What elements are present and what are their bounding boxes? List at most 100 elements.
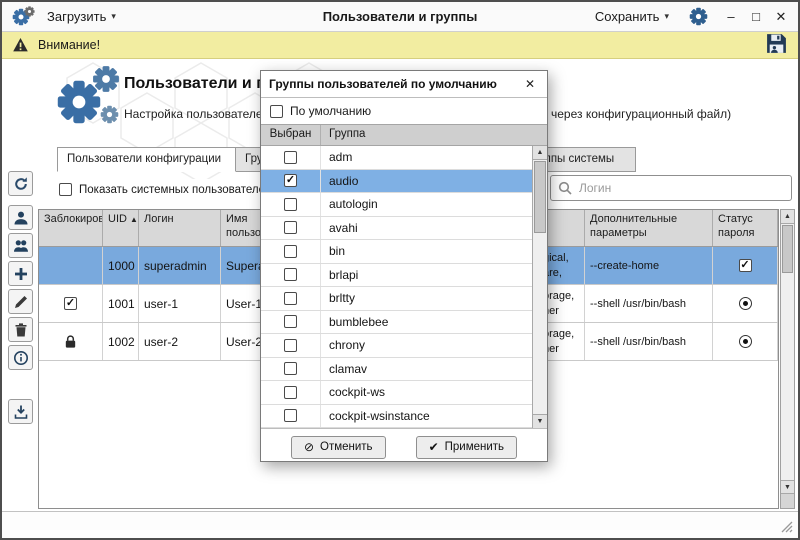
edit-button[interactable] <box>8 289 33 314</box>
group-name: cockpit-wsinstance <box>321 405 430 428</box>
window-controls: – □ ✕ <box>724 9 788 25</box>
group-checkbox[interactable] <box>284 292 297 305</box>
check-icon: ✔ <box>429 440 439 454</box>
scrollbar-corner <box>781 493 794 508</box>
uid-cell: 1002 <box>103 323 139 360</box>
search-input[interactable] <box>577 180 784 196</box>
add-user-button[interactable] <box>8 205 33 230</box>
groups-list-header: Выбран Группа <box>261 124 547 146</box>
group-row[interactable]: chrony <box>261 334 547 358</box>
scrollbar-thumb[interactable] <box>782 225 793 273</box>
titlebar: Загрузить ▾ Пользователи и группы Сохран… <box>2 2 798 32</box>
group-row[interactable]: bumblebee <box>261 311 547 335</box>
scroll-down-button[interactable]: ▼ <box>533 414 547 428</box>
group-checkbox[interactable] <box>284 151 297 164</box>
group-row[interactable]: bin <box>261 240 547 264</box>
load-menu-button[interactable]: Загрузить ▾ <box>43 7 120 26</box>
radio-on-icon[interactable] <box>739 297 752 310</box>
group-name: bumblebee <box>321 311 388 334</box>
app-gears-icon <box>12 6 36 28</box>
group-row[interactable]: brltty <box>261 287 547 311</box>
dialog-vertical-scrollbar: ▲ ▼ <box>532 146 547 428</box>
scroll-up-button[interactable]: ▲ <box>781 210 794 224</box>
main-content: Пользователи и группы Настройка пользова… <box>2 59 798 512</box>
column-extra-params[interactable]: Дополнительные параметры <box>585 210 713 246</box>
import-button[interactable] <box>8 399 33 424</box>
checkbox-checked-icon[interactable] <box>64 297 77 310</box>
show-system-users-checkbox[interactable] <box>59 183 72 196</box>
default-checkbox[interactable] <box>270 105 283 118</box>
group-row[interactable]: adm <box>261 146 547 170</box>
group-row[interactable]: cockpit-ws <box>261 381 547 405</box>
locked-cell <box>39 285 103 322</box>
resize-grip[interactable] <box>781 521 793 533</box>
group-checkbox[interactable] <box>284 221 297 234</box>
scroll-up-button[interactable]: ▲ <box>533 146 547 160</box>
default-checkbox-label: По умолчанию <box>290 104 371 118</box>
group-name: brltty <box>321 287 355 310</box>
group-name: chrony <box>321 334 365 357</box>
cancel-button[interactable]: ⊘ Отменить <box>291 436 386 459</box>
page-subtitle-end: через конфигурационный файл) <box>551 107 731 121</box>
refresh-icon <box>13 176 29 192</box>
save-menu-button[interactable]: Сохранить ▾ <box>591 7 673 26</box>
plus-icon <box>13 266 29 282</box>
download-icon <box>13 404 29 420</box>
dialog-close-button[interactable]: ✕ <box>521 75 539 93</box>
uid-cell: 1000 <box>103 247 139 284</box>
login-cell: user-1 <box>139 285 221 322</box>
save-users-file-button[interactable] <box>765 32 788 58</box>
group-checkbox[interactable] <box>284 315 297 328</box>
pencil-icon <box>13 294 29 310</box>
column-group: Группа <box>321 125 547 145</box>
group-checkbox[interactable] <box>284 409 297 422</box>
lock-icon <box>63 334 78 349</box>
floppy-save-icon <box>765 32 788 55</box>
column-login[interactable]: Логин <box>139 210 221 246</box>
minimize-button[interactable]: – <box>724 9 738 25</box>
refresh-button[interactable] <box>8 171 33 196</box>
add-button[interactable] <box>8 261 33 286</box>
column-password-status[interactable]: Статус пароля <box>713 210 778 246</box>
apply-button[interactable]: ✔ Применить <box>416 436 517 459</box>
password-status-cell <box>713 285 778 322</box>
group-row[interactable]: cockpit-wsinstance <box>261 405 547 429</box>
user-groups-button[interactable] <box>8 233 33 258</box>
group-row[interactable]: avahi <box>261 217 547 241</box>
settings-gear-button[interactable] <box>689 7 708 26</box>
delete-button[interactable] <box>8 317 33 342</box>
status-bar <box>2 511 798 538</box>
group-checkbox[interactable] <box>284 198 297 211</box>
checkbox-checked-icon[interactable] <box>739 259 752 272</box>
group-name: cockpit-ws <box>321 381 385 404</box>
group-name: clamav <box>321 358 367 381</box>
group-checkbox[interactable] <box>284 339 297 352</box>
scroll-down-button[interactable]: ▼ <box>781 480 794 494</box>
group-icon <box>13 238 29 254</box>
group-checkbox[interactable] <box>284 174 297 187</box>
maximize-button[interactable]: □ <box>749 9 763 25</box>
warning-bar: Внимание! <box>2 32 798 59</box>
scrollbar-thumb[interactable] <box>534 161 546 233</box>
group-checkbox[interactable] <box>284 245 297 258</box>
group-row[interactable]: audio <box>261 170 547 194</box>
radio-on-icon[interactable] <box>739 335 752 348</box>
group-checkbox[interactable] <box>284 268 297 281</box>
column-locked[interactable]: Заблокирован <box>39 210 103 246</box>
default-checkbox-row: По умолчанию <box>261 98 547 124</box>
table-vertical-scrollbar: ▲ ▼ <box>780 209 795 509</box>
locked-cell <box>39 323 103 360</box>
tab-users-config[interactable]: Пользователи конфигурации <box>57 147 236 172</box>
group-checkbox[interactable] <box>284 362 297 375</box>
cancel-icon: ⊘ <box>304 440 314 454</box>
group-row[interactable]: clamav <box>261 358 547 382</box>
group-checkbox[interactable] <box>284 386 297 399</box>
arrow-down-icon: ▼ <box>537 418 544 425</box>
password-status-cell <box>713 323 778 360</box>
group-row[interactable]: brlapi <box>261 264 547 288</box>
info-button[interactable] <box>8 345 33 370</box>
column-uid[interactable]: UID ▲ <box>103 210 139 246</box>
arrow-up-icon: ▲ <box>537 149 544 156</box>
group-row[interactable]: autologin <box>261 193 547 217</box>
close-button[interactable]: ✕ <box>774 9 788 25</box>
